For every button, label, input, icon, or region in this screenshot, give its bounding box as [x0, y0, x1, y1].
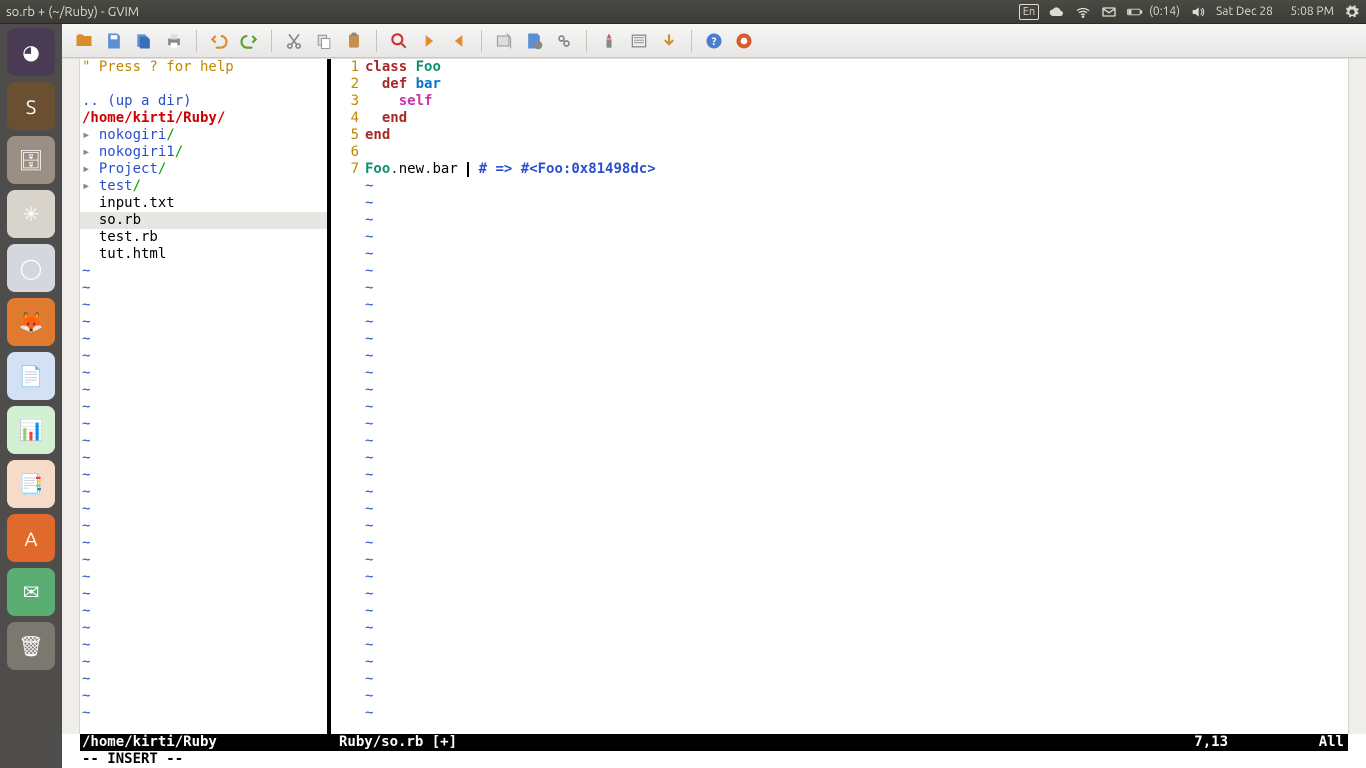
battery-indicator[interactable]: (0:14) — [1127, 4, 1180, 20]
shell-button[interactable] — [625, 27, 653, 55]
status-line: /home/kirti/Ruby Ruby/so.rb [+] 7,13 All — [62, 734, 1366, 751]
findhelp-button[interactable] — [730, 27, 758, 55]
system-menubar: so.rb + (~/Ruby) - GVIM En (0:14) Sat De… — [0, 0, 1366, 24]
tags-button[interactable] — [655, 27, 683, 55]
session-button[interactable] — [490, 27, 518, 55]
mail-icon[interactable] — [1101, 4, 1117, 20]
scrollbar-left[interactable] — [62, 59, 80, 734]
scrollbar-right[interactable] — [1348, 59, 1366, 734]
help-button[interactable]: ? — [700, 27, 728, 55]
session-save-button[interactable] — [520, 27, 548, 55]
unity-launcher: ◕ S 🗄 ✳ ◯ 🦊 📄 📊 📑 A ✉ 🗑 — [0, 24, 62, 768]
nerdtree-pane[interactable]: " Press ? for help .. (up a dir)/home/ki… — [80, 59, 327, 734]
launcher-dash[interactable]: ◕ — [7, 28, 55, 76]
findnext-button[interactable] — [415, 27, 443, 55]
launcher-impress[interactable]: 📑 — [7, 460, 55, 508]
status-right: Ruby/so.rb [+] 7,13 All — [337, 734, 1348, 751]
launcher-firefox[interactable]: 🦊 — [7, 298, 55, 346]
launcher-chromium[interactable]: ◯ — [7, 244, 55, 292]
launcher-calc[interactable]: 📊 — [7, 406, 55, 454]
status-left-file: /home/kirti/Ruby — [80, 734, 327, 751]
editor-area: " Press ? for help .. (up a dir)/home/ki… — [62, 58, 1366, 734]
launcher-pidgin[interactable]: ✉ — [7, 568, 55, 616]
clock[interactable]: Sat Dec 28 5:08 PM — [1216, 5, 1334, 18]
split-divider[interactable] — [327, 59, 337, 734]
save-button[interactable] — [100, 27, 128, 55]
launcher-trash[interactable]: 🗑 — [7, 622, 55, 670]
wifi-icon[interactable] — [1075, 4, 1091, 20]
gear-icon[interactable] — [1344, 4, 1360, 20]
launcher-writer[interactable]: 📄 — [7, 352, 55, 400]
launcher-software[interactable]: A — [7, 514, 55, 562]
keyboard-indicator[interactable]: En — [1019, 4, 1039, 20]
vim-mode: -- INSERT -- — [80, 751, 1348, 768]
scroll-percent: All — [1319, 734, 1344, 751]
cut-button[interactable] — [280, 27, 308, 55]
launcher-files[interactable]: 🗄 — [7, 136, 55, 184]
script-button[interactable] — [550, 27, 578, 55]
code-pane[interactable]: 1 2 3 4 5 6 7 class Foo def bar self end… — [337, 59, 1348, 734]
redo-button[interactable] — [235, 27, 263, 55]
find-button[interactable] — [385, 27, 413, 55]
print-button[interactable] — [160, 27, 188, 55]
undo-button[interactable] — [205, 27, 233, 55]
launcher-sublime[interactable]: S — [7, 82, 55, 130]
open-button[interactable] — [70, 27, 98, 55]
findprev-button[interactable] — [445, 27, 473, 55]
cursor-position: 7,13 — [1194, 734, 1228, 751]
svg-text:?: ? — [712, 36, 717, 48]
cloud-icon[interactable] — [1049, 4, 1065, 20]
saveall-button[interactable] — [130, 27, 158, 55]
status-filename: Ruby/so.rb [+] — [339, 734, 457, 751]
gvim-window: ? " Press ? for help .. (up a dir)/home/… — [62, 24, 1366, 768]
gvim-toolbar: ? — [62, 24, 1366, 58]
make-button[interactable] — [595, 27, 623, 55]
paste-button[interactable] — [340, 27, 368, 55]
sound-icon[interactable] — [1190, 4, 1206, 20]
copy-button[interactable] — [310, 27, 338, 55]
launcher-keepass[interactable]: ✳ — [7, 190, 55, 238]
window-title: so.rb + (~/Ruby) - GVIM — [6, 5, 139, 19]
